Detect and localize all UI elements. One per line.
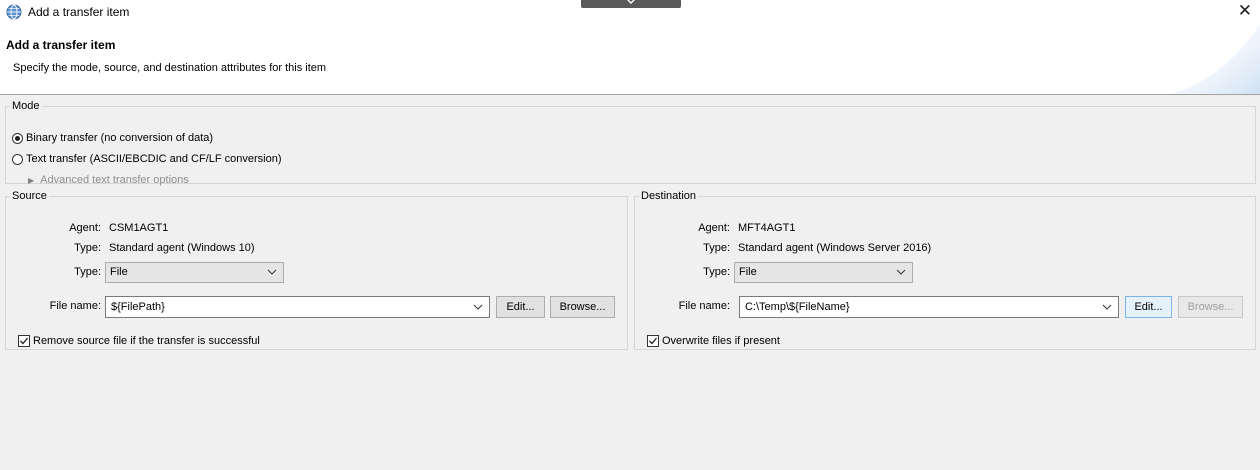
source-legend: Source: [12, 190, 47, 202]
overwrite-files-checkbox[interactable]: Overwrite files if present: [647, 335, 780, 347]
source-type-select-label: Type:: [74, 266, 101, 278]
close-icon[interactable]: ✕: [1238, 1, 1252, 21]
destination-type-value: Standard agent (Windows Server 2016): [738, 242, 932, 254]
advanced-options-toggle[interactable]: ▶ Advanced text transfer options: [28, 174, 189, 186]
source-edit-button[interactable]: Edit...: [496, 296, 545, 318]
destination-file-name-value: C:\Temp\${FileName}: [745, 301, 850, 313]
text-transfer-label: Text transfer (ASCII/EBCDIC and CF/LF co…: [26, 153, 282, 165]
chevron-down-icon[interactable]: [1102, 301, 1112, 313]
checkbox-checked-icon: [18, 335, 30, 347]
page-description: Specify the mode, source, and destinatio…: [13, 62, 327, 74]
binary-transfer-radio[interactable]: Binary transfer (no conversion of data): [12, 132, 213, 144]
page-title: Add a transfer item: [6, 38, 116, 52]
source-file-name-value: ${FilePath}: [111, 301, 165, 313]
collapse-handle[interactable]: [581, 0, 681, 8]
source-type-select-value: File: [110, 266, 128, 278]
source-group: Source Agent: CSM1AGT1 Type: Standard ag…: [5, 190, 628, 350]
destination-browse-button[interactable]: Browse...: [1178, 296, 1243, 318]
destination-type-select-value: File: [739, 266, 757, 278]
destination-file-name-label: File name:: [678, 300, 730, 312]
remove-source-label: Remove source file if the transfer is su…: [33, 335, 260, 347]
chevron-down-icon: [896, 269, 906, 275]
header-divider: [0, 94, 1260, 95]
source-file-name-label: File name:: [49, 300, 101, 312]
source-type-value: Standard agent (Windows 10): [109, 242, 255, 254]
destination-type-label: Type:: [703, 242, 730, 254]
chevron-down-icon[interactable]: [473, 301, 483, 313]
destination-agent-label: Agent:: [698, 222, 730, 234]
dialog-header: Add a transfer item Specify the mode, so…: [0, 24, 1260, 94]
remove-source-checkbox[interactable]: Remove source file if the transfer is su…: [18, 335, 260, 347]
chevron-down-icon: [627, 0, 635, 4]
advanced-options-label: Advanced text transfer options: [40, 174, 189, 186]
destination-edit-button[interactable]: Edit...: [1125, 296, 1172, 318]
destination-type-select[interactable]: File: [734, 262, 913, 283]
source-type-label: Type:: [74, 242, 101, 254]
destination-legend: Destination: [641, 190, 697, 202]
checkbox-checked-icon: [647, 335, 659, 347]
radio-selected-icon: [12, 132, 23, 144]
destination-agent-value: MFT4AGT1: [738, 222, 796, 234]
overwrite-files-label: Overwrite files if present: [662, 335, 780, 347]
source-browse-button[interactable]: Browse...: [550, 296, 615, 318]
destination-group: Destination Agent: MFT4AGT1 Type: Standa…: [634, 190, 1256, 350]
mode-legend: Mode: [12, 100, 40, 112]
source-agent-label: Agent:: [69, 222, 101, 234]
globe-icon: [6, 4, 22, 20]
source-file-name-input[interactable]: ${FilePath}: [105, 296, 490, 318]
binary-transfer-label: Binary transfer (no conversion of data): [26, 132, 214, 144]
radio-unselected-icon: [12, 153, 23, 165]
chevron-down-icon: [267, 269, 277, 275]
text-transfer-radio[interactable]: Text transfer (ASCII/EBCDIC and CF/LF co…: [12, 153, 282, 165]
triangle-right-icon: ▶: [28, 175, 35, 185]
window-title: Add a transfer item: [28, 5, 130, 19]
checkmark-icon: [649, 337, 658, 345]
source-agent-value: CSM1AGT1: [109, 222, 169, 234]
checkmark-icon: [20, 337, 29, 345]
source-type-select[interactable]: File: [105, 262, 284, 283]
mode-group: Mode Binary transfer (no conversion of d…: [5, 100, 1256, 186]
destination-file-name-input[interactable]: C:\Temp\${FileName}: [739, 296, 1119, 318]
header-banner-art: [1170, 24, 1260, 94]
destination-type-select-label: Type:: [703, 266, 730, 278]
